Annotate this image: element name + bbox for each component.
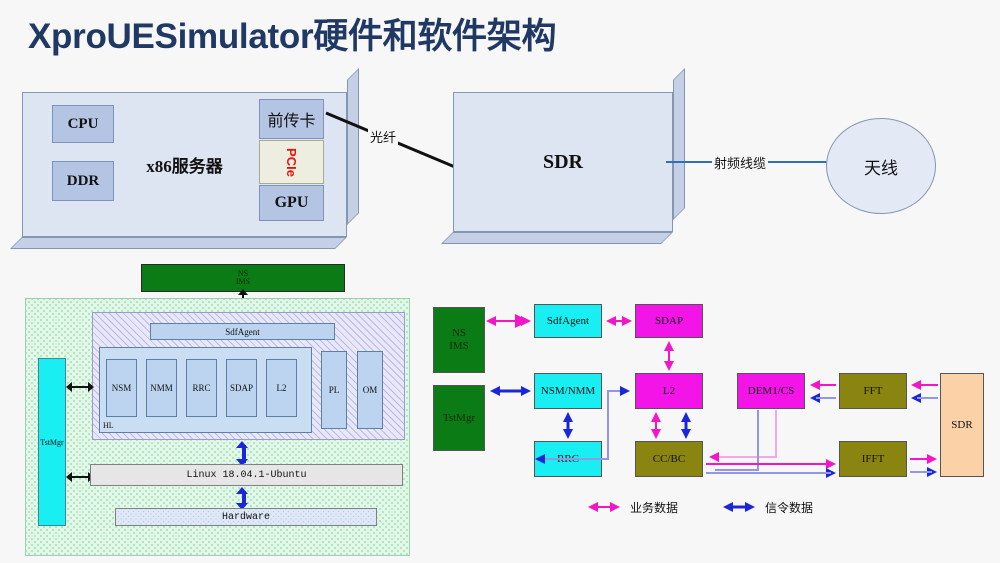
sdr-label: SDR [542,150,583,173]
sdr-box: SDR [441,68,685,244]
legend-service-data-label: 业务数据 [630,501,679,515]
x86-server-box: x86服务器 [10,68,359,249]
slide-canvas: XproUESimulator硬件和软件架构 x86服务器 CPU DDR 前传… [0,0,1000,563]
server-label: x86服务器 [146,157,223,176]
block-diagram-arrows [486,314,938,512]
legend-signaling-data-label: 信令数据 [765,501,814,515]
